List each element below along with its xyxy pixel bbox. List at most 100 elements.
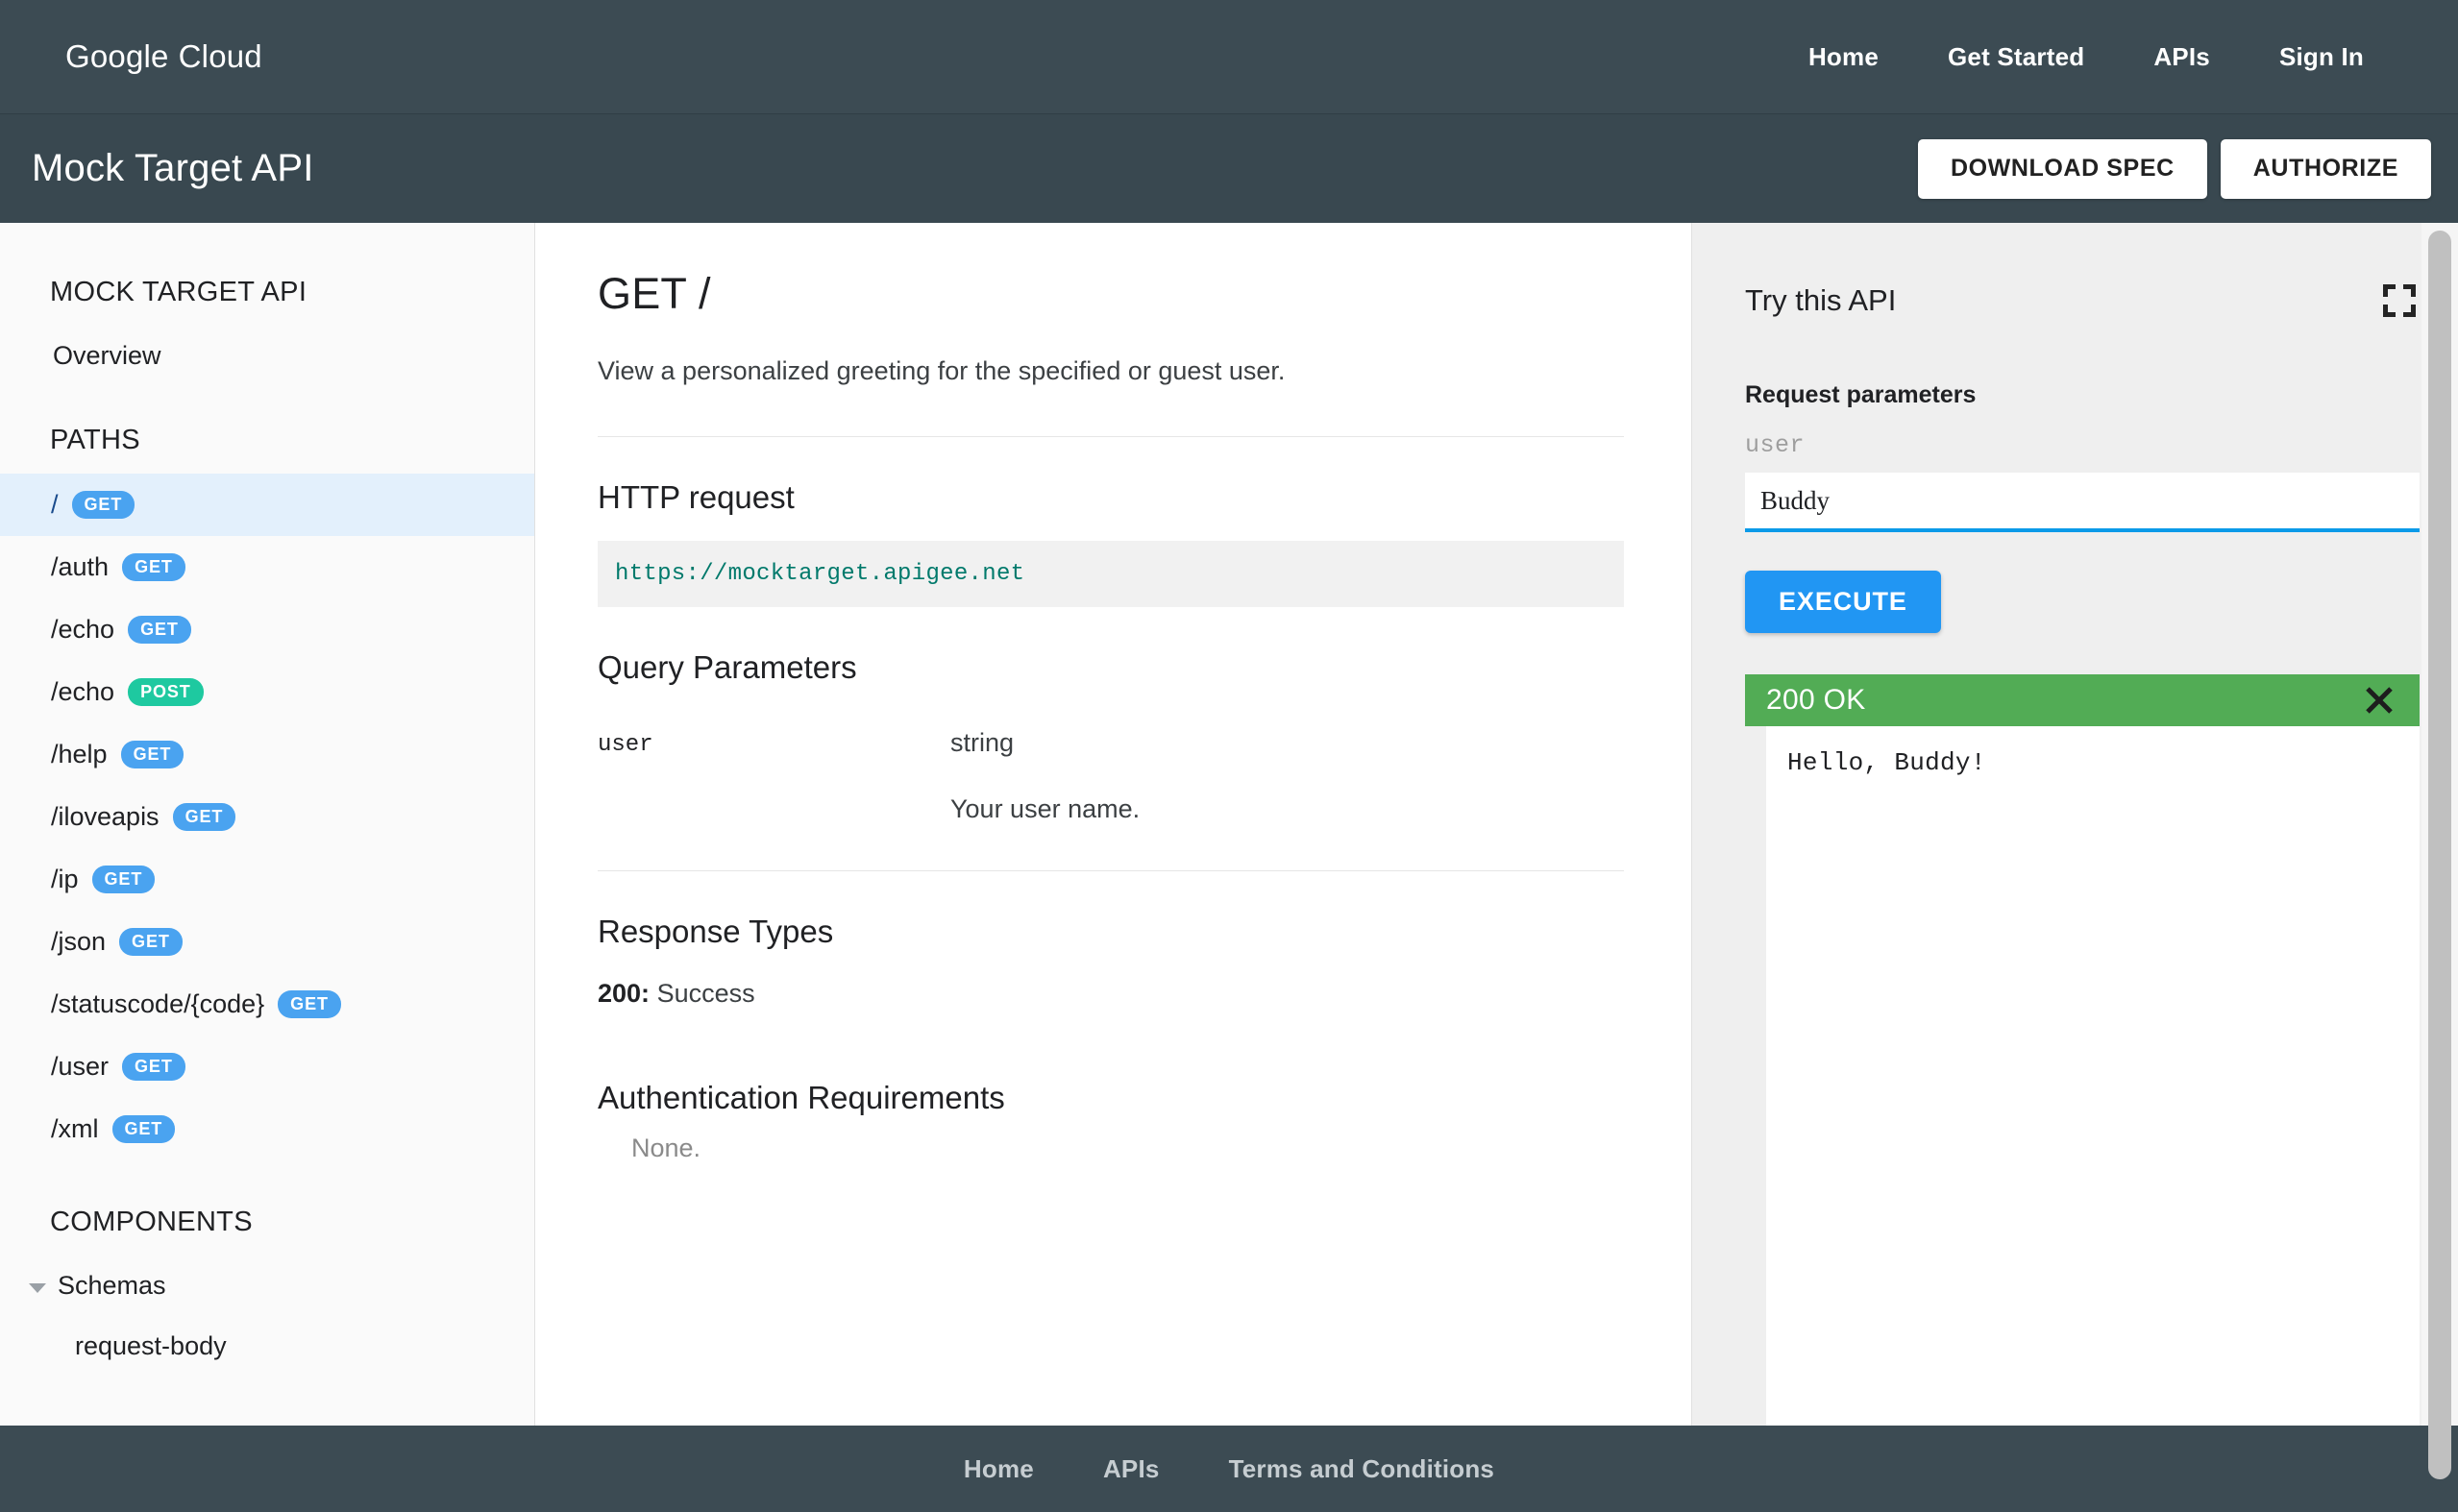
user-input[interactable] [1745, 473, 2420, 532]
path-label: / [51, 490, 59, 519]
method-badge-get: GET [122, 553, 185, 581]
response-gutter [1745, 726, 1766, 1426]
sidebar-path-statuscode[interactable]: /statuscode/{code} GET [0, 973, 534, 1036]
response-body-row: Hello, Buddy! [1745, 726, 2420, 1426]
footer: Home APIs Terms and Conditions [0, 1426, 2458, 1512]
try-this-api-panel: Try this API Request parameters user EXE… [1691, 223, 2458, 1426]
path-label: /iloveapis [51, 802, 160, 831]
response-panel: 200 OK Hello, Buddy! [1745, 674, 2420, 1426]
execute-wrapper: EXECUTE [1692, 532, 2420, 633]
operation-description: View a personalized greeting for the spe… [598, 356, 1286, 385]
user-field-wrapper [1692, 459, 2420, 532]
path-label: /ip [51, 865, 79, 893]
path-label: /echo [51, 615, 115, 644]
nav-link-sign-in[interactable]: Sign In [2279, 42, 2364, 72]
method-badge-get: GET [111, 1115, 176, 1143]
vertical-scrollbar[interactable] [2421, 223, 2458, 1479]
nav-link-home[interactable]: Home [1808, 42, 1879, 72]
path-label: /auth [51, 552, 110, 581]
titlebar-actions: DOWNLOAD SPEC AUTHORIZE [1917, 138, 2431, 199]
brand-google-text: Google [65, 38, 169, 74]
brand-cloud-text: Cloud [178, 38, 262, 74]
parameter-type: string [950, 727, 1015, 757]
operation-title: GET / [598, 269, 711, 318]
fullscreen-icon[interactable] [2383, 284, 2416, 317]
footer-link-terms[interactable]: Terms and Conditions [1229, 1454, 1495, 1484]
try-panel-title: Try this API [1745, 283, 1897, 317]
divider [598, 869, 1624, 871]
request-parameters-label: Request parameters [1745, 381, 1977, 408]
nav-link-get-started[interactable]: Get Started [1948, 42, 2084, 72]
execute-button[interactable]: EXECUTE [1745, 571, 1941, 633]
footer-link-apis[interactable]: APIs [1103, 1454, 1160, 1484]
method-badge-get: GET [128, 616, 191, 644]
sidebar-schemas-group[interactable]: Schemas [0, 1256, 534, 1316]
response-body-text: Hello, Buddy! [1787, 748, 1986, 777]
response-status-text: Success [656, 978, 755, 1008]
http-request-heading: HTTP request [598, 478, 795, 515]
sidebar-path-ip[interactable]: /ip GET [0, 848, 534, 911]
path-label: /statuscode/{code} [51, 989, 265, 1018]
response-types-heading: Response Types [598, 913, 834, 949]
footer-link-home[interactable]: Home [964, 1454, 1034, 1484]
body-area: MOCK TARGET API Overview PATHS / GET /au… [0, 223, 2458, 1479]
authentication-value: None. [631, 1133, 701, 1162]
method-badge-get: GET [122, 1053, 185, 1081]
api-title-bar: Mock Target API DOWNLOAD SPEC AUTHORIZE [0, 114, 2458, 223]
download-spec-button[interactable]: DOWNLOAD SPEC [1917, 138, 2207, 199]
method-badge-get: GET [278, 990, 341, 1018]
query-parameters-heading: Query Parameters [598, 648, 857, 685]
sidebar-paths-heading: PATHS [50, 425, 140, 455]
parameters-table: user string Your user name. [598, 728, 1624, 824]
nav-link-apis[interactable]: APIs [2153, 42, 2210, 72]
main-documentation: GET / View a personalized greeting for t… [535, 223, 1691, 1426]
sidebar-path-user[interactable]: /user GET [0, 1036, 534, 1098]
request-url-block: https://mocktarget.apigee.net [598, 540, 1624, 607]
sidebar-path-xml[interactable]: /xml GET [0, 1098, 534, 1160]
path-label: /user [51, 1052, 110, 1081]
sidebar-path-auth[interactable]: /auth GET [0, 536, 534, 598]
response-body: Hello, Buddy! [1766, 726, 2420, 1426]
parameter-name: user [598, 731, 653, 758]
app-root: Google Cloud Home Get Started APIs Sign … [0, 0, 2458, 1512]
topnav-links: Home Get Started APIs Sign In [1808, 42, 2400, 72]
sidebar-schema-request-body[interactable]: request-body [0, 1316, 534, 1377]
path-label: /xml [51, 1114, 99, 1143]
sidebar-path-help[interactable]: /help GET [0, 723, 534, 786]
close-icon[interactable] [2363, 684, 2396, 717]
method-badge-get: GET [71, 491, 135, 519]
response-status-code: 200: [598, 978, 651, 1008]
method-badge-get: GET [172, 803, 236, 831]
sidebar-components-heading: COMPONENTS [50, 1207, 253, 1237]
request-url-text: https://mocktarget.apigee.net [615, 560, 1025, 587]
sidebar: MOCK TARGET API Overview PATHS / GET /au… [0, 223, 535, 1426]
method-badge-post: POST [128, 678, 204, 706]
method-badge-get: GET [119, 928, 183, 956]
sidebar-path-echo-post[interactable]: /echo POST [0, 661, 534, 723]
path-label: /help [51, 740, 108, 768]
response-type-row: 200: Success [598, 979, 1624, 1009]
chevron-down-icon [29, 1282, 46, 1293]
response-status-bar: 200 OK [1745, 674, 2420, 726]
sidebar-path-echo-get[interactable]: /echo GET [0, 598, 534, 661]
try-panel-header: Try this API [1692, 223, 2420, 318]
parameter-description: Your user name. [950, 793, 1141, 823]
user-field-label: user [1745, 431, 1806, 459]
scrollbar-thumb[interactable] [2428, 231, 2451, 1479]
sidebar-item-overview[interactable]: Overview [0, 326, 534, 386]
method-badge-get: GET [120, 741, 184, 768]
sidebar-api-heading: MOCK TARGET API [50, 277, 307, 307]
authentication-heading: Authentication Requirements [598, 1079, 1005, 1115]
response-status-label: 200 OK [1766, 684, 1866, 716]
path-label: /echo [51, 677, 115, 706]
google-cloud-logo[interactable]: Google Cloud [65, 38, 262, 75]
path-label: /json [51, 927, 107, 956]
authorize-button[interactable]: AUTHORIZE [2220, 138, 2431, 199]
sidebar-path-root[interactable]: / GET [0, 474, 534, 536]
sidebar-path-iloveapis[interactable]: /iloveapis GET [0, 786, 534, 848]
parameter-details: string Your user name. [950, 728, 1624, 824]
divider [598, 435, 1624, 437]
method-badge-get: GET [91, 866, 156, 893]
page-title: Mock Target API [32, 147, 314, 189]
sidebar-path-json[interactable]: /json GET [0, 911, 534, 973]
